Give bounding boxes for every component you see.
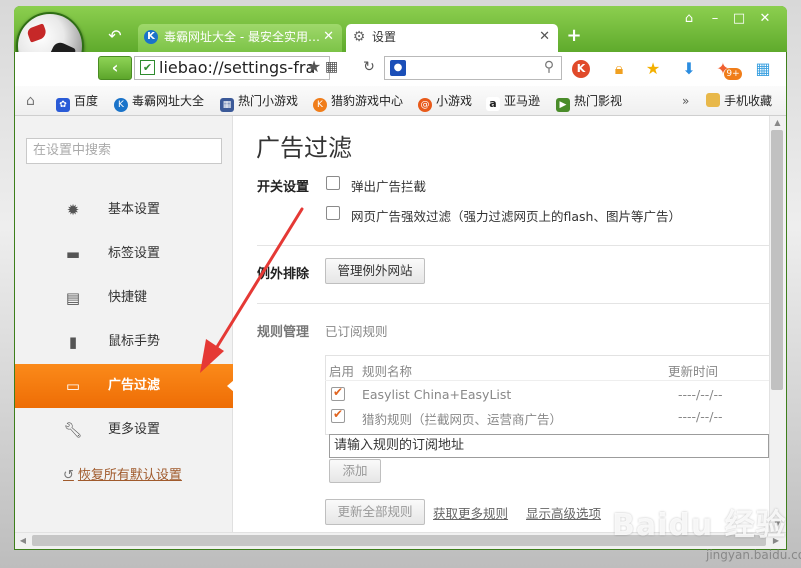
reload-icon[interactable]: ↻ [360,58,378,76]
tab-label: 设置 [372,30,397,44]
back-button[interactable]: ‹ [98,56,132,80]
gear-icon: ⚙ [352,29,366,45]
download-icon[interactable]: ⬇ [678,58,700,80]
notification-badge: 9+ [724,68,742,80]
sidebar-item-more[interactable]: 🔧︎ 更多设置 [15,408,233,452]
favorites-star-icon[interactable]: ★ [642,58,664,80]
game-grid-icon: ▦ [220,98,234,112]
close-tab-icon[interactable]: ✕ [323,24,334,50]
new-tab-button[interactable]: + [564,26,584,46]
lock-icon[interactable]: 🔒︎ [608,58,630,80]
watermark-url: jingyan.baidu.com [706,548,801,562]
home-icon[interactable]: ⌂ [26,92,44,110]
strong-filter-label: 网页广告强效过滤（强力过滤网页上的flash、图片等广告） [351,209,681,224]
baidu-watermark: Baidu 经验 [612,508,787,543]
rule-name: 猎豹规则（拦截网页、运营商广告） [362,412,563,427]
rule-url-input[interactable]: 请输入规则的订阅地址 [329,434,769,458]
bookmark-duba[interactable]: K 毒霸网址大全 [114,92,204,112]
search-icon[interactable]: ⚲ [540,58,558,76]
apps-grid-icon[interactable]: ▦ [752,58,774,80]
show-advanced-link[interactable]: 显示高级选项 [526,503,601,522]
tab-duba-homepage[interactable]: K 毒霸网址大全 - 最安全实用… ✕ [138,24,342,52]
restore-icon: ↺ [63,468,74,483]
bookmark-baidu[interactable]: ✿ 百度 [56,92,98,112]
search-input[interactable] [384,56,562,80]
page-title: 广告过滤 [256,134,352,162]
bookmark-hot-videos[interactable]: ▶ 热门影视 [556,92,622,112]
scroll-left-icon[interactable]: ◀ [17,534,29,547]
gear-icon: ✹ [66,201,80,219]
rule-enabled-checkbox[interactable] [331,385,345,401]
rule-name: Easylist China+EasyList [362,387,512,402]
keyboard-icon: ▤ [65,289,81,307]
baidu-paw-icon: ✿ [56,98,70,112]
shield-icon[interactable]: K [572,60,590,78]
subscribed-rules-label: 已订阅规则 [325,324,388,339]
more-bookmarks-icon[interactable]: » [682,92,696,110]
divider [257,303,769,304]
tab-icon: ▬ [65,245,81,263]
settings-content [233,116,769,532]
wrench-icon: 🔧︎ [63,421,83,439]
k-logo-icon: K [144,30,158,44]
secure-check-icon: ✔ [140,60,155,75]
folder-icon [706,93,720,107]
minimize-button[interactable]: – [704,10,726,28]
undo-close-tab-icon[interactable]: ↶ [104,26,126,46]
switch-section-label: 开关设置 [257,180,310,195]
get-more-rules-link[interactable]: 获取更多规则 [433,503,508,522]
bookmark-star-icon[interactable]: ★ [305,58,323,76]
close-tab-icon[interactable]: ✕ [539,24,550,50]
settings-search-input[interactable]: 在设置中搜索 [26,138,222,164]
qr-code-icon[interactable]: ▦ [325,58,341,76]
address-bar[interactable]: liebao://settings-fra [134,56,330,80]
tab-label: 毒霸网址大全 - 最安全实用… [164,30,320,44]
k-logo-icon: K [114,98,128,112]
mouse-icon: ▮ [68,333,78,351]
restore-defaults-link[interactable]: ↺ 恢复所有默认设置 [63,464,182,483]
skin-icon[interactable]: ⌂ [678,10,700,28]
bookmark-folder-mobile[interactable]: 手机收藏 [706,92,772,110]
bookmark-cheetah-games[interactable]: K 猎豹游戏中心 [313,92,403,112]
column-enabled: 启用 [329,364,355,379]
column-rule-name: 规则名称 [362,364,413,379]
popup-block-checkbox[interactable] [326,176,340,190]
maximize-button[interactable]: □ [728,10,750,28]
amazon-icon: a [486,97,500,111]
play-icon: ▶ [556,98,570,112]
close-button[interactable]: ✕ [754,10,776,28]
search-engine-icon[interactable]: ● [390,60,406,76]
bookmark-mini-games[interactable]: @ 小游戏 [418,92,472,112]
tab-settings[interactable]: ⚙ 设置 ✕ [346,24,558,52]
update-all-rules-button[interactable]: 更新全部规则 [325,499,425,525]
window-icon: ▭ [65,377,81,395]
swirl-icon: @ [418,98,432,112]
rule-updated: ----/--/-- [678,409,723,424]
column-update-time: 更新时间 [668,364,719,379]
strong-filter-checkbox[interactable] [326,206,340,220]
annotation-arrow [200,207,304,373]
rule-updated: ----/--/-- [678,387,723,402]
manage-exceptions-button[interactable]: 管理例外网站 [325,258,425,284]
rule-enabled-checkbox[interactable] [331,407,345,423]
popup-block-label: 弹出广告拦截 [351,179,427,194]
scroll-up-icon[interactable]: ▲ [770,117,785,129]
bookmark-amazon[interactable]: a 亚马逊 [486,92,540,111]
add-rule-button[interactable]: 添加 [329,459,381,483]
divider [257,245,769,246]
cheetah-game-icon: K [313,98,327,112]
bookmark-hot-games[interactable]: ▦ 热门小游戏 [220,92,298,112]
vertical-scroll-thumb[interactable] [771,130,783,390]
